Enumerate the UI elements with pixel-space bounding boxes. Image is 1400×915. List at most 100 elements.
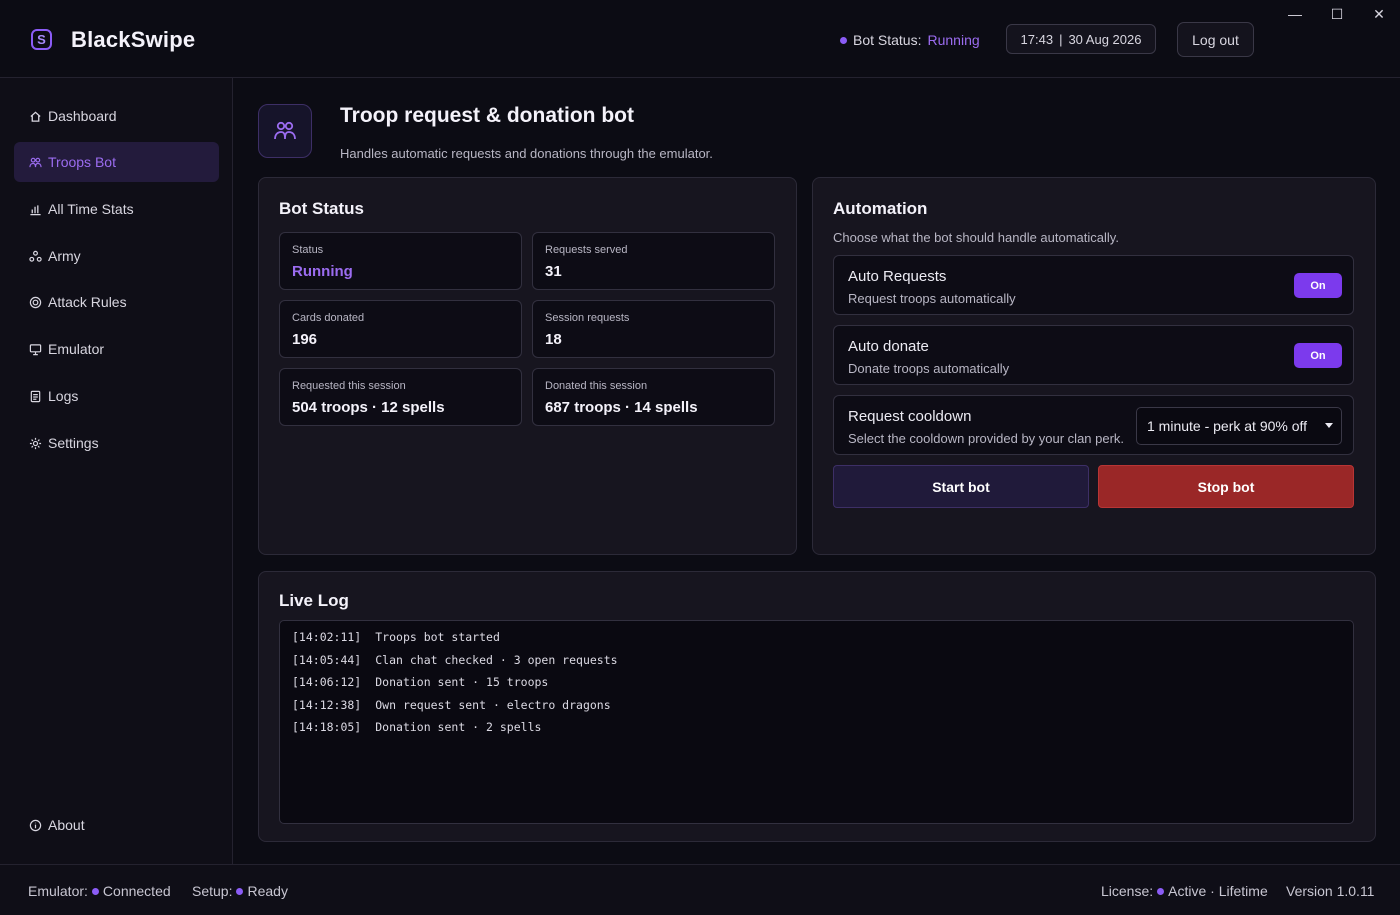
setup-value: Ready [247,883,288,899]
document-icon [28,389,42,403]
stat-card-requests-served: Requests served 31 [532,232,775,290]
sidebar-item-label: Logs [48,388,79,404]
bot-status-value: Running [927,32,980,48]
sidebar-item-label: All Time Stats [48,201,134,217]
auto-requests-toggle[interactable]: On [1294,273,1342,298]
page-subtitle: Handles automatic requests and donations… [340,146,713,161]
header-bot-status: Bot Status: Running [840,32,980,48]
sidebar-item-attack-rules[interactable]: Attack Rules [14,282,219,322]
stat-label: Donated this session [545,380,648,392]
stat-card-donated-session: Donated this session 687 troops · 14 spe… [532,368,775,426]
option-title: Auto Requests [848,268,947,285]
sidebar-item-troops-bot[interactable]: Troops Bot [14,142,219,182]
start-bot-button[interactable]: Start bot [833,465,1089,508]
option-desc: Select the cooldown provided by your cla… [848,431,1125,446]
stat-card-cards-donated: Cards donated 196 [279,300,522,358]
troops-icon [28,155,42,169]
live-log-title: Live Log [279,591,349,610]
emulator-label: Emulator: [28,883,88,899]
gear-icon [28,436,42,450]
log-line: [14:12:38] Own request sent · electro dr… [292,698,1341,721]
stop-bot-button[interactable]: Stop bot [1098,465,1354,508]
status-dot-icon [840,36,847,44]
option-desc: Request troops automatically [848,291,1016,306]
version-label: Version 1.0.11 [1286,883,1375,899]
stat-value: 31 [545,263,562,280]
stat-value: Running [292,263,353,280]
log-line: [14:18:05] Donation sent · 2 spells [292,720,1341,743]
bot-status-label: Bot Status: [853,32,922,48]
emulator-status: Emulator: Connected [28,883,171,899]
logout-button[interactable]: Log out [1177,22,1254,57]
status-bar: Emulator: Connected Setup: Ready License… [0,864,1400,915]
log-time: [14:05:44] [292,652,362,667]
sidebar-item-all-time-stats[interactable]: All Time Stats [14,189,219,229]
emulator-value: Connected [102,883,171,899]
page-title: Troop request & donation bot [340,104,634,127]
log-text: Clan chat checked · 3 open requests [375,652,618,667]
log-time: [14:18:05] [292,720,362,734]
stat-label: Requested this session [292,380,406,392]
stat-value: 504 troops · 12 spells [292,399,445,416]
log-text: Donation sent · 15 troops [375,675,549,689]
log-time: [14:02:11] [292,630,362,644]
log-line: [14:06:12] Donation sent · 15 troops [292,675,1341,698]
request-cooldown-option: Request cooldown Select the cooldown pro… [833,395,1354,455]
cooldown-select[interactable]: 1 minute - perk at 90% off [1136,407,1342,445]
sidebar-item-label: Attack Rules [48,294,127,310]
clock-date: 30 Aug 2026 [1068,31,1142,47]
stat-label: Status [292,244,324,256]
log-text: Troops bot started [375,630,500,644]
automation-title: Automation [833,199,928,218]
stat-card-status: Status Running [279,232,522,290]
status-dot-icon [1157,887,1165,895]
sidebar-item-settings[interactable]: Settings [14,423,219,463]
monitor-icon [28,342,42,356]
home-icon [28,109,42,123]
info-icon [28,818,42,832]
auto-requests-option: Auto Requests Request troops automatical… [833,255,1354,315]
chevron-down-icon [1325,423,1333,428]
log-line: [14:02:11] Troops bot started [292,630,1341,653]
log-time: [14:12:38] [292,697,362,712]
chart-icon [28,202,42,216]
auto-donate-option: Auto donate Donate troops automatically … [833,325,1354,385]
setup-status: Setup: Ready [192,883,288,899]
sidebar-item-emulator[interactable]: Emulator [14,329,219,369]
sidebar-item-label: Troops Bot [48,154,116,170]
automation-subtitle: Choose what the bot should handle automa… [833,230,1119,245]
target-icon [28,295,42,309]
sidebar-item-label: Dashboard [48,108,117,124]
auto-donate-toggle[interactable]: On [1294,343,1342,368]
stat-card-requested-session: Requested this session 504 troops · 12 s… [279,368,522,426]
setup-label: Setup: [192,883,233,899]
stat-label: Cards donated [292,312,365,324]
sidebar-item-label: About [48,817,85,833]
app-title: BlackSwipe [71,27,196,52]
sidebar-item-army[interactable]: Army [14,236,219,276]
sidebar-item-label: Emulator [48,341,105,357]
sidebar-item-label: Settings [48,435,99,451]
option-title: Auto donate [848,338,929,355]
option-title: Request cooldown [848,408,972,425]
logo-icon: S [31,29,52,50]
log-output[interactable]: [14:02:11] Troops bot started [14:05:44]… [279,620,1354,824]
sidebar-item-about[interactable]: About [14,805,219,845]
sidebar-item-dashboard[interactable]: Dashboard [14,96,219,136]
cooldown-selected-value: 1 minute - perk at 90% off [1147,418,1308,434]
sidebar-item-label: Army [48,248,81,264]
army-icon [28,249,42,263]
license-label: License: [1101,883,1154,899]
stat-label: Requests served [545,244,628,256]
license-value: Active · Lifetime [1168,883,1268,899]
log-time: [14:06:12] [292,675,362,689]
stat-value: 18 [545,331,562,348]
stat-card-session-requests: Session requests 18 [532,300,775,358]
app-header: S BlackSwipe Bot Status: Running 17:43 |… [0,0,1400,78]
log-text: Donation sent · 2 spells [375,720,542,734]
stat-value: 196 [292,331,318,348]
option-desc: Donate troops automatically [848,361,1010,376]
status-dot-icon [91,887,99,895]
log-text: Own request sent · electro dragons [375,697,611,712]
sidebar-item-logs[interactable]: Logs [14,376,219,416]
